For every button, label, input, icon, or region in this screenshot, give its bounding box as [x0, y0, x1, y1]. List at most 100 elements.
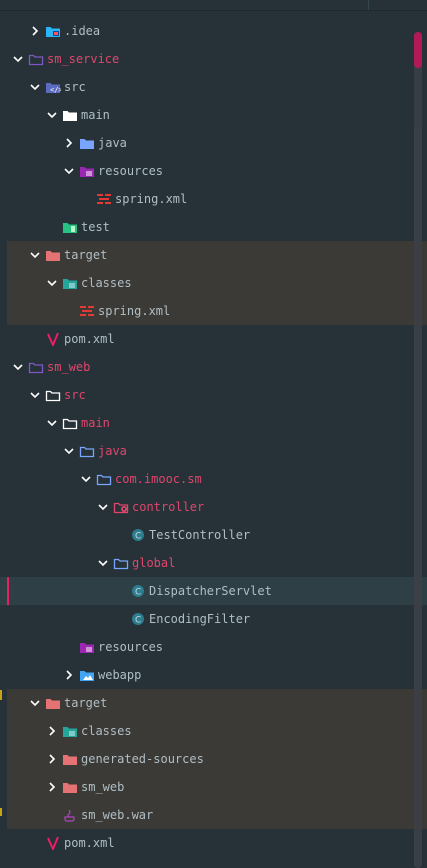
tree-item-label: global: [132, 556, 176, 570]
module-folder-icon: [28, 52, 44, 66]
tree-item-label: pom.xml: [64, 332, 115, 346]
tree-item-label: classes: [81, 276, 132, 290]
chevron-right-icon[interactable]: [46, 781, 58, 793]
tree-item-label: TestController: [149, 528, 251, 542]
tree-item-label: main: [81, 108, 110, 122]
tree-item[interactable]: src: [0, 381, 427, 409]
chevron-down-icon[interactable]: [97, 501, 109, 513]
chevron-down-icon[interactable]: [29, 697, 41, 709]
tree-item[interactable]: C EncodingFilter: [0, 605, 427, 633]
no-arrow: [80, 193, 92, 205]
spring-xml-icon: [96, 192, 112, 206]
tree-item-label: resources: [98, 640, 164, 654]
tree-item[interactable]: target: [0, 689, 427, 717]
gutter-marker: [0, 690, 2, 700]
svg-text:C: C: [135, 616, 141, 626]
tree-item[interactable]: java: [0, 437, 427, 465]
chevron-down-icon[interactable]: [29, 81, 41, 93]
tree-item-label: sm_web: [47, 360, 91, 374]
tree-item[interactable]: .idea: [0, 17, 427, 45]
chevron-down-icon[interactable]: [46, 417, 58, 429]
no-arrow: [46, 809, 58, 821]
tree-item-label: spring.xml: [115, 192, 188, 206]
tree-item[interactable]: C TestController: [0, 521, 427, 549]
tree-item[interactable]: controller: [0, 493, 427, 521]
folder-icon: [62, 416, 78, 430]
no-arrow: [114, 585, 126, 597]
tree-item[interactable]: classes: [0, 717, 427, 745]
chevron-down-icon[interactable]: [63, 165, 75, 177]
tree-item-label: EncodingFilter: [149, 612, 251, 626]
toolbar-separator: [368, 0, 369, 10]
tree-item[interactable]: test: [0, 213, 427, 241]
tree-item[interactable]: global: [0, 549, 427, 577]
project-tree[interactable]: .idea sm_service </> src main java resources sp…: [0, 17, 427, 857]
tree-item[interactable]: generated-sources: [0, 745, 427, 773]
tree-item[interactable]: C DispatcherServlet: [0, 577, 427, 605]
tree-item-label: main: [81, 416, 110, 430]
folder-icon: [45, 388, 61, 402]
chevron-right-icon[interactable]: [63, 137, 75, 149]
classes-folder-icon: [62, 724, 78, 738]
tree-item-label: resources: [98, 164, 164, 178]
tree-item-label: java: [98, 444, 127, 458]
tree-item[interactable]: spring.xml: [0, 185, 427, 213]
tree-item-label: target: [64, 248, 108, 262]
tree-item[interactable]: pom.xml: [0, 325, 427, 353]
module-folder-icon: [28, 360, 44, 374]
tree-item[interactable]: java: [0, 129, 427, 157]
no-arrow: [46, 221, 58, 233]
scrollbar-thumb[interactable]: [414, 32, 422, 68]
chevron-right-icon[interactable]: [29, 25, 41, 37]
tree-item[interactable]: pom.xml: [0, 829, 427, 857]
tree-item-label: webapp: [98, 668, 142, 682]
tree-item[interactable]: sm_web: [0, 353, 427, 381]
target-folder-icon: [45, 696, 61, 710]
no-arrow: [114, 613, 126, 625]
chevron-right-icon[interactable]: [63, 669, 75, 681]
row-gutter: [0, 241, 7, 269]
target-folder-icon: [62, 780, 78, 794]
chevron-right-icon[interactable]: [46, 753, 58, 765]
source-folder-icon: </>: [45, 80, 61, 94]
vertical-scrollbar[interactable]: [414, 32, 422, 868]
tree-item-label: classes: [81, 724, 132, 738]
svg-text:</>: </>: [50, 86, 61, 94]
chevron-down-icon[interactable]: [12, 361, 24, 373]
chevron-down-icon[interactable]: [12, 53, 24, 65]
package-folder-icon: [96, 472, 112, 486]
resources-folder-icon: [79, 640, 95, 654]
tree-item[interactable]: sm_web.war: [0, 801, 427, 829]
chevron-down-icon[interactable]: [46, 109, 58, 121]
webapp-folder-icon: [79, 668, 95, 682]
chevron-down-icon[interactable]: [63, 445, 75, 457]
tree-item[interactable]: </> src: [0, 73, 427, 101]
tree-item[interactable]: main: [0, 409, 427, 437]
chevron-down-icon[interactable]: [29, 389, 41, 401]
chevron-down-icon[interactable]: [97, 557, 109, 569]
no-arrow: [114, 529, 126, 541]
tree-item[interactable]: com.imooc.sm: [0, 465, 427, 493]
tree-item[interactable]: main: [0, 101, 427, 129]
chevron-down-icon[interactable]: [80, 473, 92, 485]
tree-item[interactable]: sm_web: [0, 773, 427, 801]
chevron-down-icon[interactable]: [46, 277, 58, 289]
controller-folder-icon: [113, 500, 129, 514]
tree-item[interactable]: sm_service: [0, 45, 427, 73]
tree-item[interactable]: resources: [0, 157, 427, 185]
tree-item[interactable]: target: [0, 241, 427, 269]
svg-text:C: C: [135, 532, 141, 542]
chevron-right-icon[interactable]: [46, 725, 58, 737]
chevron-down-icon[interactable]: [29, 249, 41, 261]
tree-item-label: generated-sources: [81, 752, 204, 766]
tree-item-label: pom.xml: [64, 836, 115, 850]
classes-folder-icon: [62, 276, 78, 290]
maven-icon: [45, 332, 61, 346]
tree-item[interactable]: spring.xml: [0, 297, 427, 325]
maven-icon: [45, 836, 61, 850]
class-icon: C: [130, 584, 146, 598]
tree-item[interactable]: classes: [0, 269, 427, 297]
tree-item-label: sm_web.war: [81, 808, 154, 822]
tree-item[interactable]: webapp: [0, 661, 427, 689]
tree-item[interactable]: resources: [0, 633, 427, 661]
